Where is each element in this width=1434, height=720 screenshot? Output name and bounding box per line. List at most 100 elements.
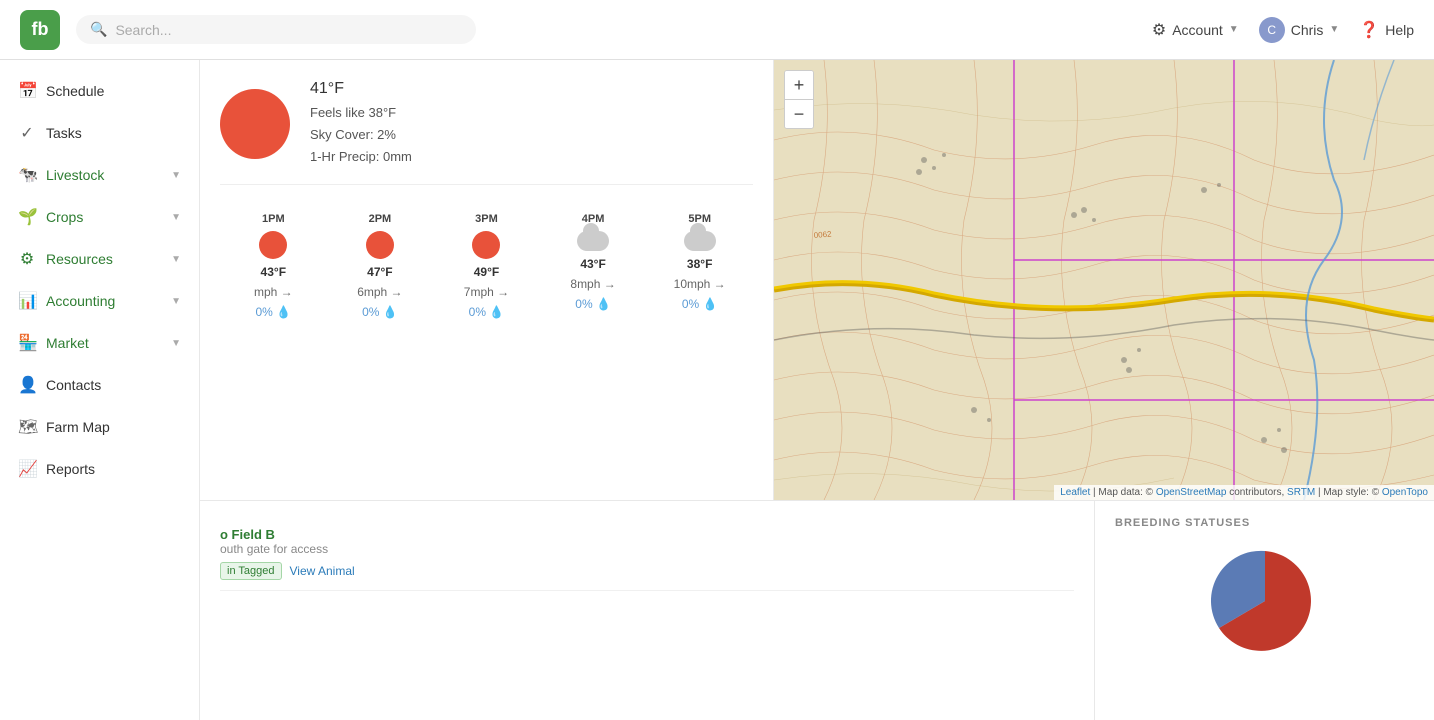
search-placeholder: Search... [115, 22, 171, 38]
hour-time: 2PM [369, 213, 392, 225]
sidebar-item-accounting[interactable]: 📊 Accounting ▼ [0, 280, 199, 322]
chevron-down-icon: ▼ [171, 170, 181, 181]
hour-wind: 10mph → [674, 277, 726, 291]
activity-details: o Field B outh gate for access in Tagged… [220, 527, 355, 580]
feels-like: Feels like 38°F [310, 102, 412, 124]
map-controls: + − [784, 70, 814, 129]
srtm-link[interactable]: SRTM [1287, 487, 1315, 498]
tagged-button[interactable]: in Tagged [220, 562, 282, 580]
sidebar-item-label: Resources [46, 251, 161, 267]
map-svg: 0062 0062 0005 [774, 60, 1434, 500]
sidebar: 📅 Schedule ✓ Tasks 🐄 Livestock ▼ 🌱 Crops… [0, 60, 200, 720]
hour-sun-icon [472, 231, 500, 259]
breeding-chart [1115, 541, 1414, 661]
sidebar-item-reports[interactable]: 📈 Reports [0, 448, 199, 490]
opentopo-link[interactable]: OpenTopo [1382, 487, 1428, 498]
resources-icon: ⚙ [18, 249, 36, 269]
hour-precip: 0% 💧 [362, 305, 398, 319]
chevron-down-icon: ▼ [1329, 24, 1339, 35]
sidebar-item-label: Reports [46, 461, 181, 477]
hour-temp: 43°F [580, 257, 605, 271]
hour-precip: 0% 💧 [682, 297, 718, 311]
content-area: 41°F Feels like 38°F Sky Cover: 2% 1-Hr … [200, 60, 1434, 720]
breeding-title: BREEDING STATUSES [1115, 517, 1414, 529]
crops-icon: 🌱 [18, 207, 36, 227]
hour-temp: 43°F [261, 265, 286, 279]
hour-5pm: 5PM 38°F 10mph → 0% 💧 [646, 205, 753, 327]
sky-cover: Sky Cover: 2% [310, 124, 412, 146]
contacts-icon: 👤 [18, 375, 36, 395]
activity-actions: in Tagged View Animal [220, 562, 355, 580]
hour-temp: 47°F [367, 265, 392, 279]
sidebar-item-market[interactable]: 🏪 Market ▼ [0, 322, 199, 364]
hour-precip: 0% 💧 [575, 297, 611, 311]
sidebar-item-label: Contacts [46, 377, 181, 393]
sidebar-item-label: Crops [46, 209, 161, 225]
hour-time: 1PM [262, 213, 285, 225]
zoom-out-button[interactable]: − [785, 100, 813, 128]
weather-sub-details: Feels like 38°F Sky Cover: 2% 1-Hr Preci… [310, 102, 412, 168]
sidebar-item-resources[interactable]: ⚙ Resources ▼ [0, 238, 199, 280]
help-icon: ❓ [1359, 20, 1379, 40]
search-icon: 🔍 [90, 21, 107, 38]
sidebar-item-schedule[interactable]: 📅 Schedule [0, 70, 199, 112]
hour-sun-icon [366, 231, 394, 259]
hour-precip: 0% 💧 [469, 305, 505, 319]
hour-time: 3PM [475, 213, 498, 225]
top-section: 41°F Feels like 38°F Sky Cover: 2% 1-Hr … [200, 60, 1434, 500]
hour-precip: 0% 💧 [255, 305, 291, 319]
sidebar-item-contacts[interactable]: 👤 Contacts [0, 364, 199, 406]
hour-temp: 38°F [687, 257, 712, 271]
hour-3pm: 3PM 49°F 7mph → 0% 💧 [433, 205, 540, 327]
app-logo[interactable]: fb [20, 10, 60, 50]
avatar: C [1259, 17, 1285, 43]
pie-chart [1195, 541, 1335, 661]
osm-link[interactable]: OpenStreetMap [1156, 487, 1227, 498]
sidebar-item-crops[interactable]: 🌱 Crops ▼ [0, 196, 199, 238]
top-navigation: fb 🔍 Search... ⚙ Account ▼ C Chris ▼ ❓ H… [0, 0, 1434, 60]
market-icon: 🏪 [18, 333, 36, 353]
activity-item: o Field B outh gate for access in Tagged… [220, 517, 1074, 591]
accounting-icon: 📊 [18, 291, 36, 311]
hourly-forecast: 1PM 43°F mph → 0% 💧 2PM 47°F 6mph → 0% 💧 [220, 205, 753, 327]
zoom-in-button[interactable]: + [785, 71, 813, 99]
check-icon: ✓ [18, 123, 36, 143]
precip: 1-Hr Precip: 0mm [310, 146, 412, 168]
map-attribution: Leaflet | Map data: © OpenStreetMap cont… [1054, 485, 1434, 500]
sidebar-item-label: Schedule [46, 83, 181, 99]
hour-2pm: 2PM 47°F 6mph → 0% 💧 [327, 205, 434, 327]
breeding-panel: BREEDING STATUSES [1094, 501, 1434, 720]
help-button[interactable]: ❓ Help [1359, 20, 1414, 40]
activity-panel: o Field B outh gate for access in Tagged… [200, 501, 1094, 720]
current-temperature: 41°F [310, 80, 412, 98]
chevron-down-icon: ▼ [171, 296, 181, 307]
nav-right: ⚙ Account ▼ C Chris ▼ ❓ Help [1152, 17, 1414, 43]
livestock-icon: 🐄 [18, 165, 36, 185]
view-animal-link[interactable]: View Animal [290, 564, 355, 578]
hour-4pm: 4PM 43°F 8mph → 0% 💧 [540, 205, 647, 327]
activity-title: o Field B [220, 527, 355, 542]
sidebar-item-livestock[interactable]: 🐄 Livestock ▼ [0, 154, 199, 196]
sidebar-item-farm-map[interactable]: 🗺 Farm Map [0, 406, 199, 448]
hour-wind: 6mph → [357, 285, 402, 299]
leaflet-link[interactable]: Leaflet [1060, 487, 1090, 498]
sidebar-item-label: Farm Map [46, 419, 181, 435]
hour-temp: 49°F [474, 265, 499, 279]
svg-text:0062: 0062 [813, 229, 832, 240]
weather-panel: 41°F Feels like 38°F Sky Cover: 2% 1-Hr … [200, 60, 774, 500]
sidebar-item-label: Accounting [46, 293, 161, 309]
calendar-icon: 📅 [18, 81, 36, 101]
hour-1pm: 1PM 43°F mph → 0% 💧 [220, 205, 327, 327]
main-layout: 📅 Schedule ✓ Tasks 🐄 Livestock ▼ 🌱 Crops… [0, 60, 1434, 720]
account-button[interactable]: ⚙ Account ▼ [1152, 20, 1239, 40]
hour-wind: 7mph → [464, 285, 509, 299]
reports-icon: 📈 [18, 459, 36, 479]
hour-wind: 8mph → [570, 277, 615, 291]
hour-cloud-icon [577, 231, 609, 251]
map-panel[interactable]: 0062 0062 0005 [774, 60, 1434, 500]
search-bar[interactable]: 🔍 Search... [76, 15, 476, 44]
chevron-down-icon: ▼ [1229, 24, 1239, 35]
map-icon: 🗺 [18, 417, 36, 437]
user-button[interactable]: C Chris ▼ [1259, 17, 1340, 43]
sidebar-item-tasks[interactable]: ✓ Tasks [0, 112, 199, 154]
